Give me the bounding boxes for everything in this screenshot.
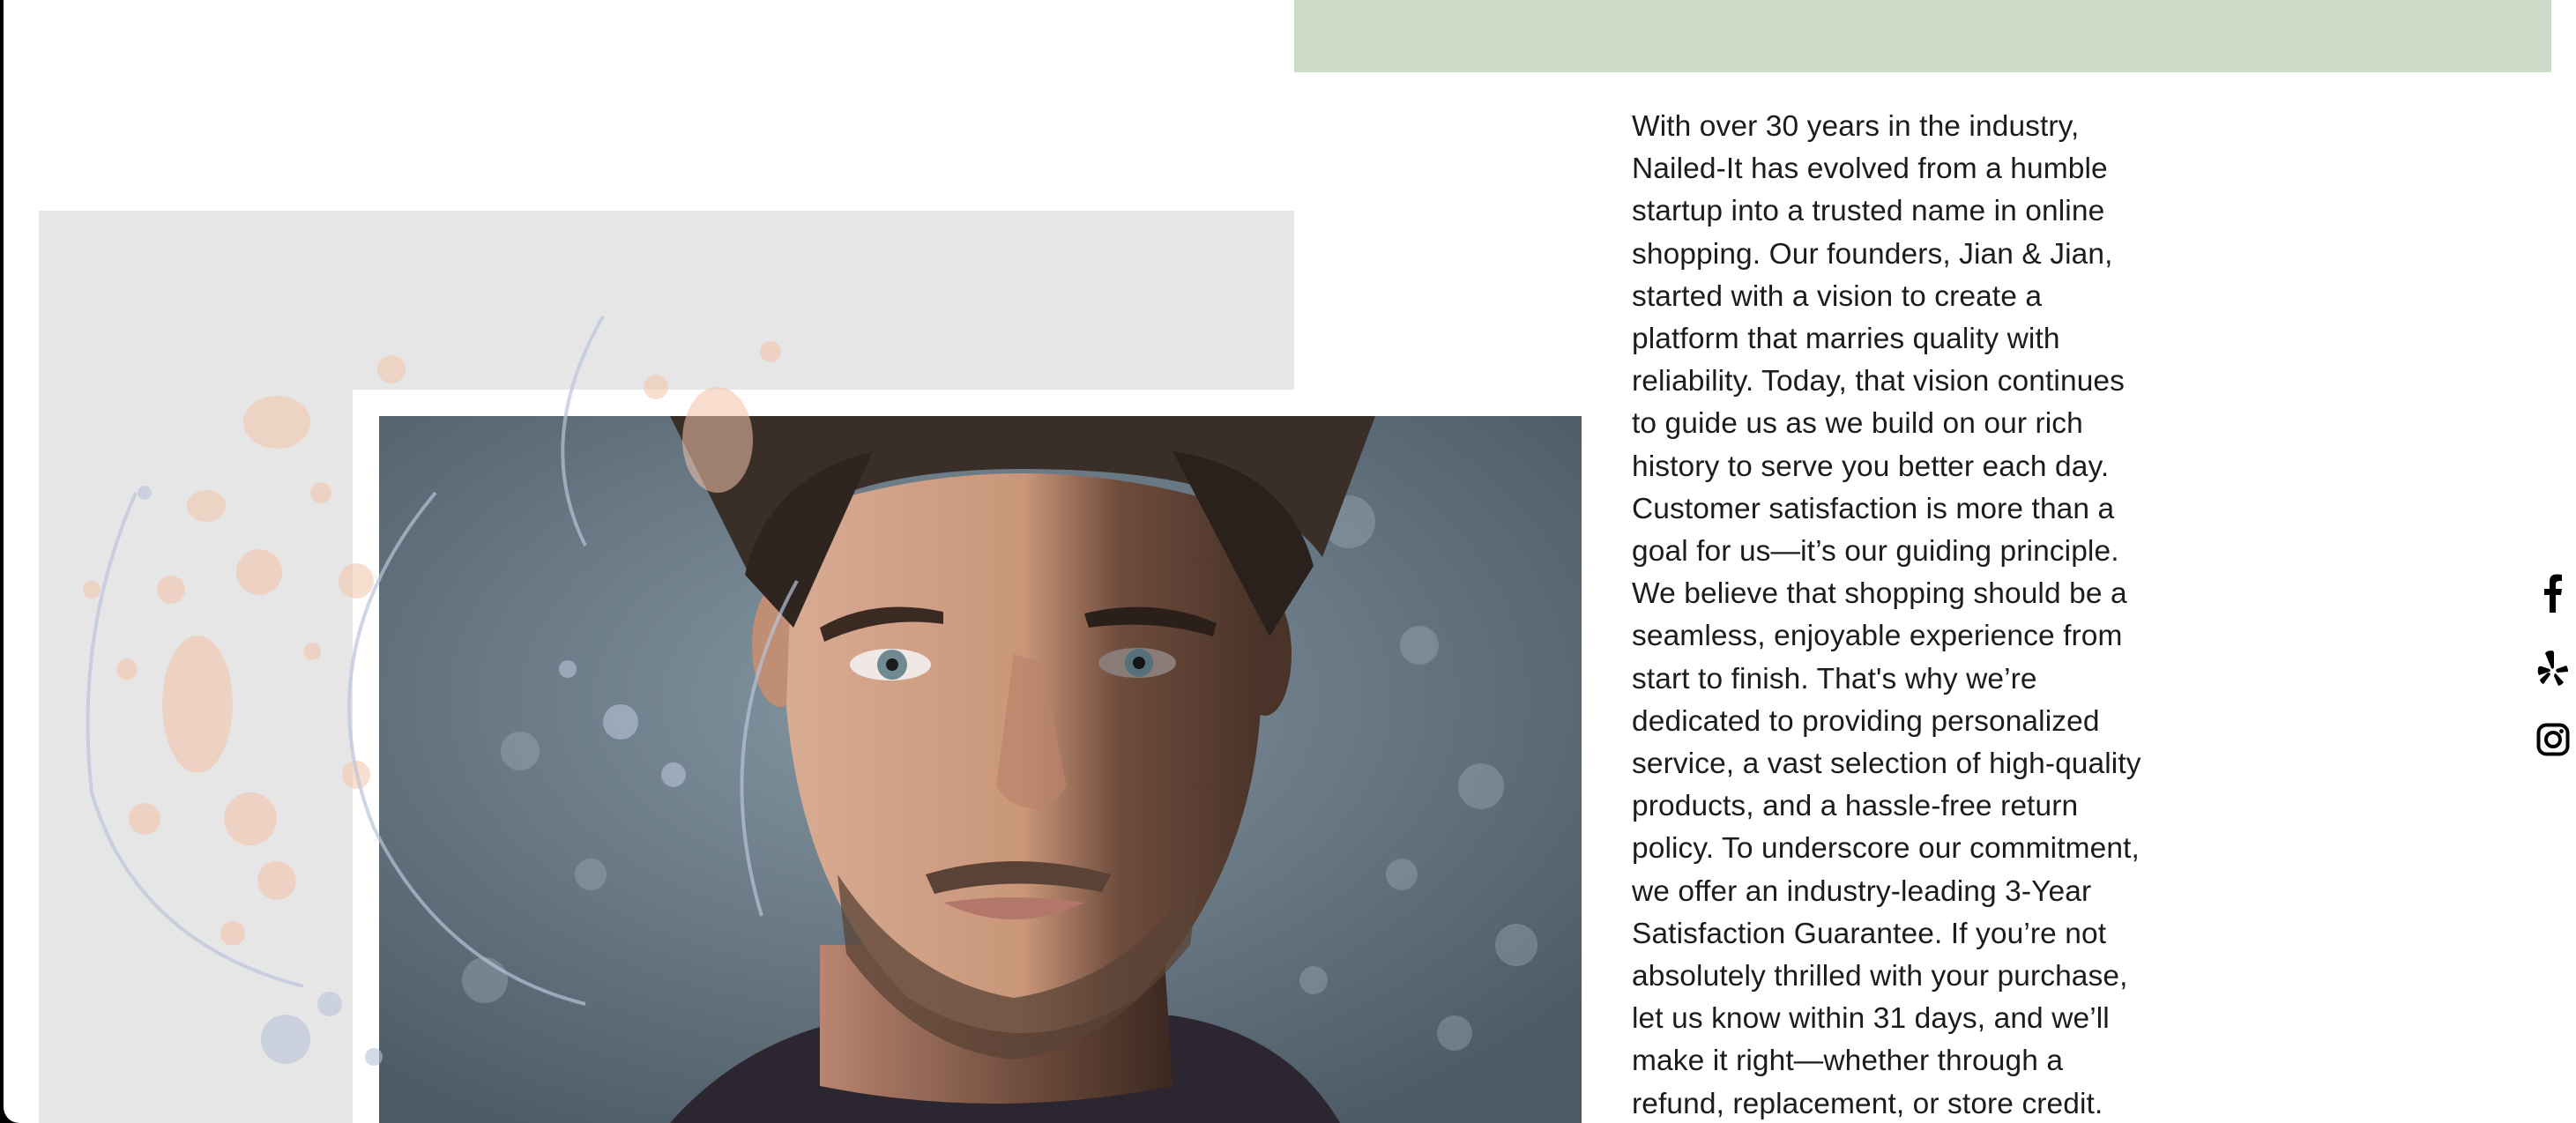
about-paragraph: With over 30 years in the industry, Nail… <box>1632 110 2141 1120</box>
page: With over 30 years in the industry, Nail… <box>4 0 2576 1123</box>
facebook-icon <box>2544 574 2562 613</box>
facebook-link[interactable] <box>2535 573 2571 614</box>
yelp-icon <box>2537 651 2568 686</box>
instagram-link[interactable] <box>2535 719 2571 760</box>
instagram-icon <box>2536 723 2570 756</box>
yelp-link[interactable] <box>2535 649 2571 689</box>
header-color-band <box>1294 0 2551 72</box>
portrait-photo <box>379 416 1582 1123</box>
